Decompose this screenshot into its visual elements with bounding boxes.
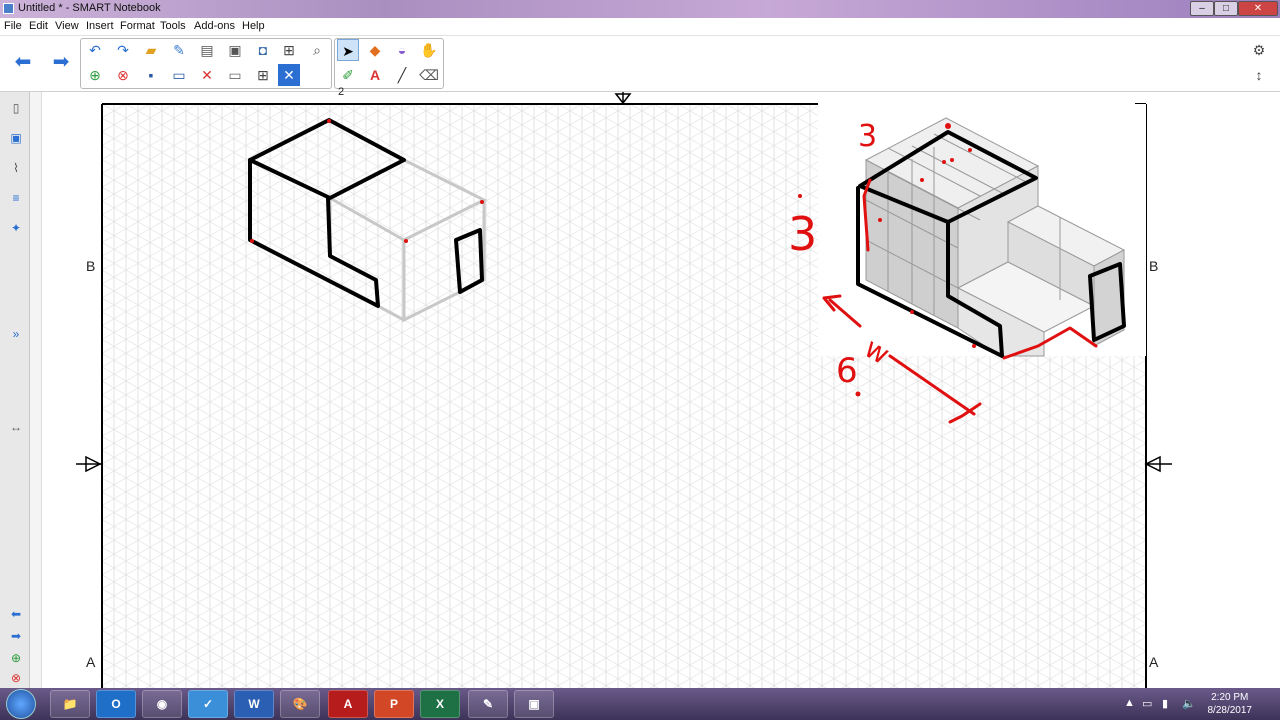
title-bar: Untitled * - SMART Notebook – □ ✕	[0, 0, 1280, 18]
properties-icon[interactable]: ≡	[6, 188, 26, 208]
document-camera-icon[interactable]: ◘	[252, 39, 274, 61]
taskbar-smart-tools[interactable]: ✎	[468, 690, 508, 718]
menu-format[interactable]: Format	[120, 20, 155, 32]
taskbar-word[interactable]: W	[234, 690, 274, 718]
settings-gear-icon[interactable]: ⚙	[1248, 39, 1270, 61]
dim-top-label: 3	[858, 119, 877, 154]
clock-time: 2:20 PM	[1211, 692, 1249, 703]
save-icon[interactable]: ▪	[140, 64, 162, 86]
add-page-icon[interactable]: ⊕	[84, 64, 106, 86]
prev-page-icon[interactable]: ⬅	[6, 604, 26, 624]
delete-icon[interactable]: ✕	[196, 64, 218, 86]
display-screen-icon[interactable]: ▭	[224, 64, 246, 86]
taskbar-notes[interactable]: ✓	[188, 690, 228, 718]
dim-left-label: 3	[788, 207, 817, 261]
tray-battery-icon[interactable]: ▮	[1162, 697, 1168, 710]
menu-help[interactable]: Help	[242, 20, 265, 32]
resize-arrows-icon[interactable]: ↔	[6, 417, 26, 437]
menu-tools[interactable]: Tools	[160, 20, 186, 32]
delete-page-icon[interactable]: ⊗	[112, 64, 134, 86]
eraser-icon[interactable]: ⌫	[418, 64, 440, 86]
menu-edit[interactable]: Edit	[29, 20, 48, 32]
minimize-button[interactable]: –	[1190, 1, 1214, 16]
eraser-brush-icon[interactable]: ◒	[391, 39, 413, 61]
table-insert-icon[interactable]: ⊞	[252, 64, 274, 86]
pens-icon[interactable]: ✐	[337, 64, 359, 86]
clock-date: 8/28/2017	[1207, 705, 1253, 716]
clear-ink-icon[interactable]: ✎	[168, 39, 190, 61]
taskbar-notebook[interactable]: ▣	[514, 690, 554, 718]
taskbar-outlook[interactable]: O	[96, 690, 136, 718]
shapes-icon[interactable]: ◆	[364, 39, 386, 61]
magnifier-icon[interactable]: ⌕	[306, 39, 328, 61]
center-mark-top	[614, 92, 632, 105]
attachments-icon[interactable]: ⌇	[6, 158, 26, 178]
tray-volume-icon[interactable]: 🔈	[1182, 697, 1196, 710]
taskbar-paint[interactable]: 🎨	[280, 690, 320, 718]
menu-view[interactable]: View	[55, 20, 79, 32]
taskbar-excel[interactable]: X	[420, 690, 460, 718]
taskbar: 📁 O ◉ ✓ W 🎨 A P X ✎ ▣ ▲ ▭ ▮ 🔈 2:20 PM 8/…	[0, 688, 1280, 720]
label-top-number: 2	[338, 86, 345, 98]
close-x-icon[interactable]: ✕	[278, 64, 300, 86]
delete-page-side-icon[interactable]: ⊗	[6, 668, 26, 688]
text-icon[interactable]: A	[364, 64, 386, 86]
app-icon	[3, 3, 14, 14]
table-icon[interactable]: ⊞	[278, 39, 300, 61]
start-button[interactable]	[6, 689, 36, 719]
menu-addons[interactable]: Add-ons	[194, 20, 235, 32]
label-b-right: B	[1149, 258, 1159, 274]
taskbar-chrome[interactable]: ◉	[142, 690, 182, 718]
undo-icon[interactable]: ↶	[84, 39, 106, 61]
open-folder-icon[interactable]: ▰	[140, 39, 162, 61]
dim-bottom-label: 6	[836, 351, 858, 391]
label-a-right: A	[1149, 654, 1159, 670]
paste-icon[interactable]: ▤	[196, 39, 218, 61]
toolbar: ⬅ ➡ ↶ ↷ ▰ ✎ ▤ ▣ ◘ ⊞ ⌕ ⊕ ⊗ ▪ ▭ ✕ ▭ ⊞ ✕ ➤ …	[0, 36, 1280, 92]
window-title: Untitled * - SMART Notebook	[18, 2, 161, 14]
add-page-side-icon[interactable]: ⊕	[6, 648, 26, 668]
tray-expand-icon[interactable]: ▲	[1124, 697, 1135, 709]
iso-drawing: 3 3 6 w	[76, 92, 1172, 704]
taskbar-file-explorer[interactable]: 📁	[50, 690, 90, 718]
magic-pen-icon[interactable]: ✋	[418, 39, 440, 61]
menu-insert[interactable]: Insert	[86, 20, 114, 32]
taskbar-acrobat[interactable]: A	[328, 690, 368, 718]
close-button[interactable]: ✕	[1238, 1, 1278, 16]
label-b-left: B	[86, 258, 96, 274]
redo-icon[interactable]: ↷	[112, 39, 134, 61]
label-a-left: A	[86, 654, 96, 670]
expand-icon[interactable]: »	[6, 324, 26, 344]
toolbar-move-icon[interactable]: ↕	[1248, 64, 1270, 86]
maximize-button[interactable]: □	[1214, 1, 1238, 16]
select-icon[interactable]: ➤	[337, 39, 359, 61]
screenshot-icon[interactable]: ▣	[224, 39, 246, 61]
system-clock[interactable]: 2:20 PM 8/28/2017	[1208, 691, 1253, 717]
forward-arrow-icon[interactable]: ➡	[50, 51, 72, 73]
side-tabs: ▯ ▣ ⌇ ≡ ✦ » ↔ ⬅ ➡ ⊕ ⊗	[0, 92, 30, 688]
center-mark-right	[1144, 455, 1172, 473]
next-page-icon[interactable]: ➡	[6, 626, 26, 646]
page-sorter-icon[interactable]: ▯	[6, 98, 26, 118]
whiteboard-canvas[interactable]: 3 3 6 w B B A A 2	[42, 86, 1280, 704]
screen-shade-icon[interactable]: ▭	[168, 64, 190, 86]
menu-bar: File Edit View Insert Format Tools Add-o…	[0, 18, 1280, 36]
menu-file[interactable]: File	[4, 20, 22, 32]
taskbar-powerpoint[interactable]: P	[374, 690, 414, 718]
addons-icon[interactable]: ✦	[6, 218, 26, 238]
gallery-icon[interactable]: ▣	[6, 128, 26, 148]
center-mark-left	[76, 455, 102, 473]
back-arrow-icon[interactable]: ⬅	[12, 51, 34, 73]
tray-network-icon[interactable]: ▭	[1142, 697, 1152, 710]
vertical-scrollbar[interactable]	[30, 92, 42, 688]
line-icon[interactable]: ╱	[391, 64, 413, 86]
